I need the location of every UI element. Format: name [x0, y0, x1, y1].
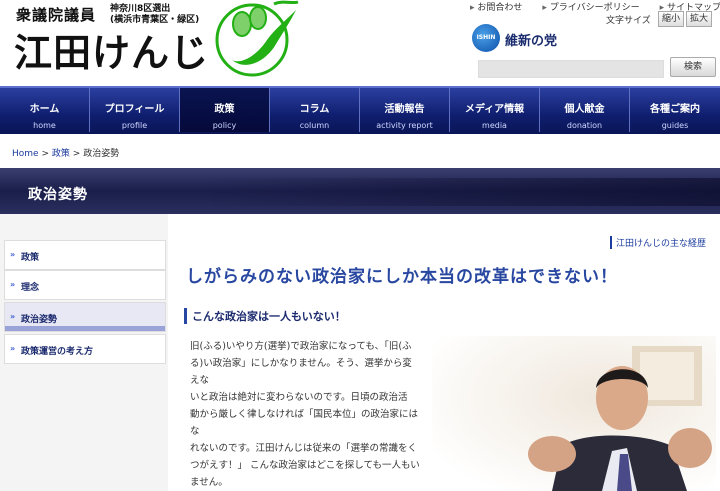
edamame-logo-icon — [215, 0, 299, 77]
nav-label: コラム — [299, 104, 330, 115]
sidebar-item-political-stance[interactable]: » 政治姿勢 — [4, 302, 166, 332]
sidebar-item-philosophy[interactable]: » 理念 — [4, 270, 166, 300]
double-chevron-right-icon: » — [10, 250, 16, 259]
sidebar-item-label: 政治姿勢 — [21, 315, 58, 325]
nav-profile[interactable]: プロフィール profile — [90, 88, 180, 132]
sidebar-item-label: 政策 — [21, 253, 40, 263]
nav-label: 各種ご案内 — [650, 104, 700, 115]
title-band-decoration — [200, 178, 720, 206]
contact-link[interactable]: お問合わせ — [470, 3, 522, 13]
nav-media[interactable]: メディア情報 media — [450, 88, 540, 132]
double-chevron-right-icon: » — [10, 280, 16, 289]
nav-sublabel: column — [299, 121, 330, 130]
sidebar-item-policy-management[interactable]: » 政策運営の考え方 — [4, 334, 166, 364]
nav-label: 活動報告 — [384, 104, 425, 115]
body-line: つがえす！」 こんな政治家はどこを探しても一人もい — [190, 460, 420, 471]
nav-sublabel: policy — [212, 121, 237, 130]
nav-label: プロフィール — [104, 104, 165, 115]
nav-label: 個人献金 — [564, 104, 605, 115]
body-line: 旧(ふる)いやり方(選挙)で政治家になっても、「旧(ふ — [190, 341, 412, 352]
nav-activity-report[interactable]: 活動報告 activity report — [360, 88, 450, 132]
party-logo-icon[interactable]: ISHIN — [472, 24, 500, 52]
party-name[interactable]: 維新の党 — [505, 30, 557, 49]
breadcrumb-home-link[interactable]: Home — [12, 149, 39, 159]
nav-sublabel: activity report — [376, 121, 433, 130]
sidebar-item-label: 政策運営の考え方 — [21, 347, 94, 357]
profile-history-link[interactable]: 江田けんじの主な経歴 — [610, 236, 706, 249]
nav-label: 政策 — [214, 104, 235, 115]
global-nav: ホーム home プロフィール profile 政策 policy コラム column… — [0, 86, 720, 134]
double-chevron-right-icon: » — [10, 312, 16, 321]
breadcrumb-current: 政治姿勢 — [83, 149, 120, 159]
font-small-button[interactable]: 縮小 — [658, 11, 684, 27]
page-title-band: 政治姿勢 — [0, 168, 720, 214]
breadcrumb-policy-link[interactable]: 政策 — [52, 149, 70, 159]
body-line: ません。 — [190, 477, 228, 488]
page-title: 政治姿勢 — [28, 187, 88, 203]
nav-sublabel: media — [482, 121, 507, 130]
district-line-1: 神奈川8区選出 — [110, 4, 171, 14]
nav-sublabel: profile — [121, 121, 148, 130]
font-large-button[interactable]: 拡大 — [686, 11, 712, 27]
sidebar-item-label: 理念 — [21, 283, 40, 293]
body-text: 旧(ふる)いやり方(選挙)で政治家になっても、「旧(ふ る)い政治家」にしかなり… — [190, 338, 420, 491]
body-line: れないのです。江田けんじは従来の「選挙の常識をく — [190, 443, 418, 454]
nav-label: メディア情報 — [464, 104, 525, 115]
site-logo-name[interactable]: 江田けんじ — [14, 22, 209, 77]
section-subheading: こんな政治家は一人もいない！ — [184, 308, 346, 324]
nav-policy[interactable]: 政策 policy — [180, 88, 270, 132]
font-size-label: 文字サイズ — [606, 16, 651, 26]
nav-sublabel: home — [33, 121, 56, 130]
site-header: 衆議院議員 神奈川8区選出 (横浜市青葉区・緑区) 江田けんじ お問合わせプライ… — [0, 0, 720, 86]
search-input[interactable] — [478, 60, 664, 78]
double-chevron-right-icon: » — [10, 344, 16, 353]
nav-label: ホーム — [29, 104, 60, 115]
sidebar-item-policy[interactable]: » 政策 — [4, 240, 166, 270]
privacy-policy-link[interactable]: プライバシーポリシー — [542, 3, 639, 13]
body-line: いと政治は絶対に変わらないのです。日頃の政治活 — [190, 392, 408, 403]
search-button[interactable]: 検索 — [670, 57, 716, 77]
breadcrumb-separator: > — [41, 149, 49, 159]
nav-guides[interactable]: 各種ご案内 guides — [630, 88, 720, 132]
body-line: る)い政治家」にしかなりません。そう、選挙から変えな — [190, 358, 412, 386]
breadcrumb: Home > 政策 > 政治姿勢 — [12, 146, 119, 159]
nav-donation[interactable]: 個人献金 donation — [540, 88, 630, 132]
nav-column[interactable]: コラム column — [270, 88, 360, 132]
politician-photo — [432, 336, 716, 491]
nav-sublabel: guides — [661, 121, 689, 130]
breadcrumb-separator: > — [72, 149, 81, 159]
sidebar: » 政策 » 理念 » 政治姿勢 » 政策運営の考え方 — [0, 214, 168, 491]
main-headline: しがらみのない政治家にしか本当の改革はできない！ — [186, 267, 618, 287]
body-line: 動から厳しく律しなければ「国民本位」の政治家にはな — [190, 409, 419, 437]
nav-home[interactable]: ホーム home — [0, 88, 90, 132]
nav-sublabel: donation — [566, 121, 603, 130]
